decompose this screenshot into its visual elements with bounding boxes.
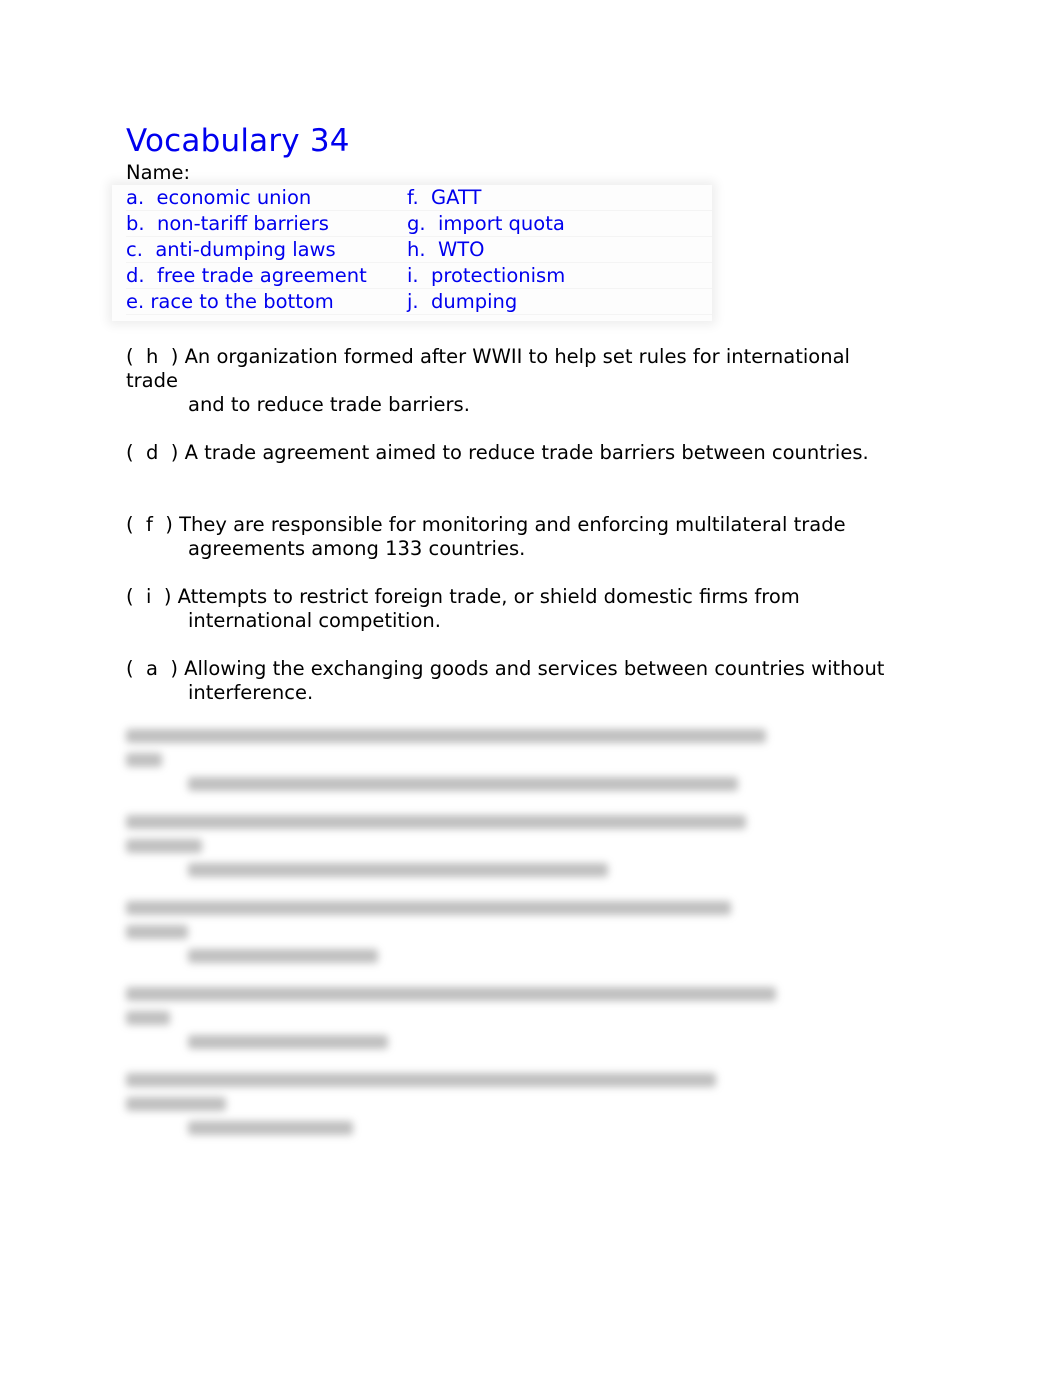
question-answer: ( d ) — [126, 441, 185, 464]
term-h: h. WTO — [407, 238, 485, 261]
terms-row: c. anti-dumping laws h. WTO — [126, 237, 712, 263]
worksheet-page: Vocabulary 34 Name: a. economic union f.… — [112, 122, 956, 729]
question-item: ( a ) Allowing the exchanging goods and … — [126, 657, 956, 705]
question-text: Allowing the exchanging goods and servic… — [184, 657, 885, 680]
terms-row: b. non-tariff barriers g. import quota — [126, 211, 712, 237]
question-text-continued: agreements among 133 countries. — [188, 537, 526, 560]
term-j: j. dumping — [407, 290, 518, 313]
terms-row: d. free trade agreement i. protectionism — [126, 263, 712, 289]
term-a: a. economic union — [126, 186, 312, 209]
question-text-continued: international competition. — [188, 609, 441, 632]
question-text-wrap: trade — [126, 369, 178, 392]
question-answer: ( a ) — [126, 657, 185, 680]
obscured-question — [126, 729, 786, 791]
term-c: c. anti-dumping laws — [126, 238, 336, 261]
terms-row: a. economic union f. GATT — [126, 185, 712, 211]
term-d: d. free trade agreement — [126, 264, 367, 287]
term-f: f. GATT — [407, 186, 482, 209]
questions-list: ( h ) An organization formed after WWII … — [126, 345, 956, 705]
question-item: ( h ) An organization formed after WWII … — [126, 345, 956, 417]
obscured-question — [126, 1073, 786, 1135]
question-text-continued: and to reduce trade barriers. — [188, 393, 470, 416]
question-answer: ( i ) — [126, 585, 178, 608]
question-item: ( i ) Attempts to restrict foreign trade… — [126, 585, 956, 633]
term-g: g. import quota — [407, 212, 565, 235]
term-e: e. race to the bottom — [126, 290, 334, 313]
question-answer: ( f ) — [126, 513, 180, 536]
question-text: A trade agreement aimed to reduce trade … — [184, 441, 869, 464]
obscured-questions — [126, 724, 786, 1159]
terms-row: e. race to the bottom j. dumping — [126, 289, 712, 315]
question-item: ( d ) A trade agreement aimed to reduce … — [126, 441, 956, 465]
term-i: i. protectionism — [407, 264, 566, 287]
question-item: ( f ) They are responsible for monitorin… — [126, 513, 956, 561]
question-text: Attempts to restrict foreign trade, or s… — [177, 585, 800, 608]
term-b: b. non-tariff barriers — [126, 212, 329, 235]
question-text: An organization formed after WWII to hel… — [184, 345, 850, 368]
page-title: Vocabulary 34 — [126, 123, 350, 159]
obscured-question — [126, 901, 786, 963]
question-answer: ( h ) — [126, 345, 185, 368]
vocabulary-terms-table: a. economic union f. GATT b. non-tariff … — [112, 185, 712, 321]
question-text: They are responsible for monitoring and … — [179, 513, 846, 536]
question-text-continued: interference. — [188, 681, 314, 704]
obscured-question — [126, 987, 786, 1049]
name-label: Name: — [126, 161, 191, 184]
obscured-question — [126, 815, 786, 877]
